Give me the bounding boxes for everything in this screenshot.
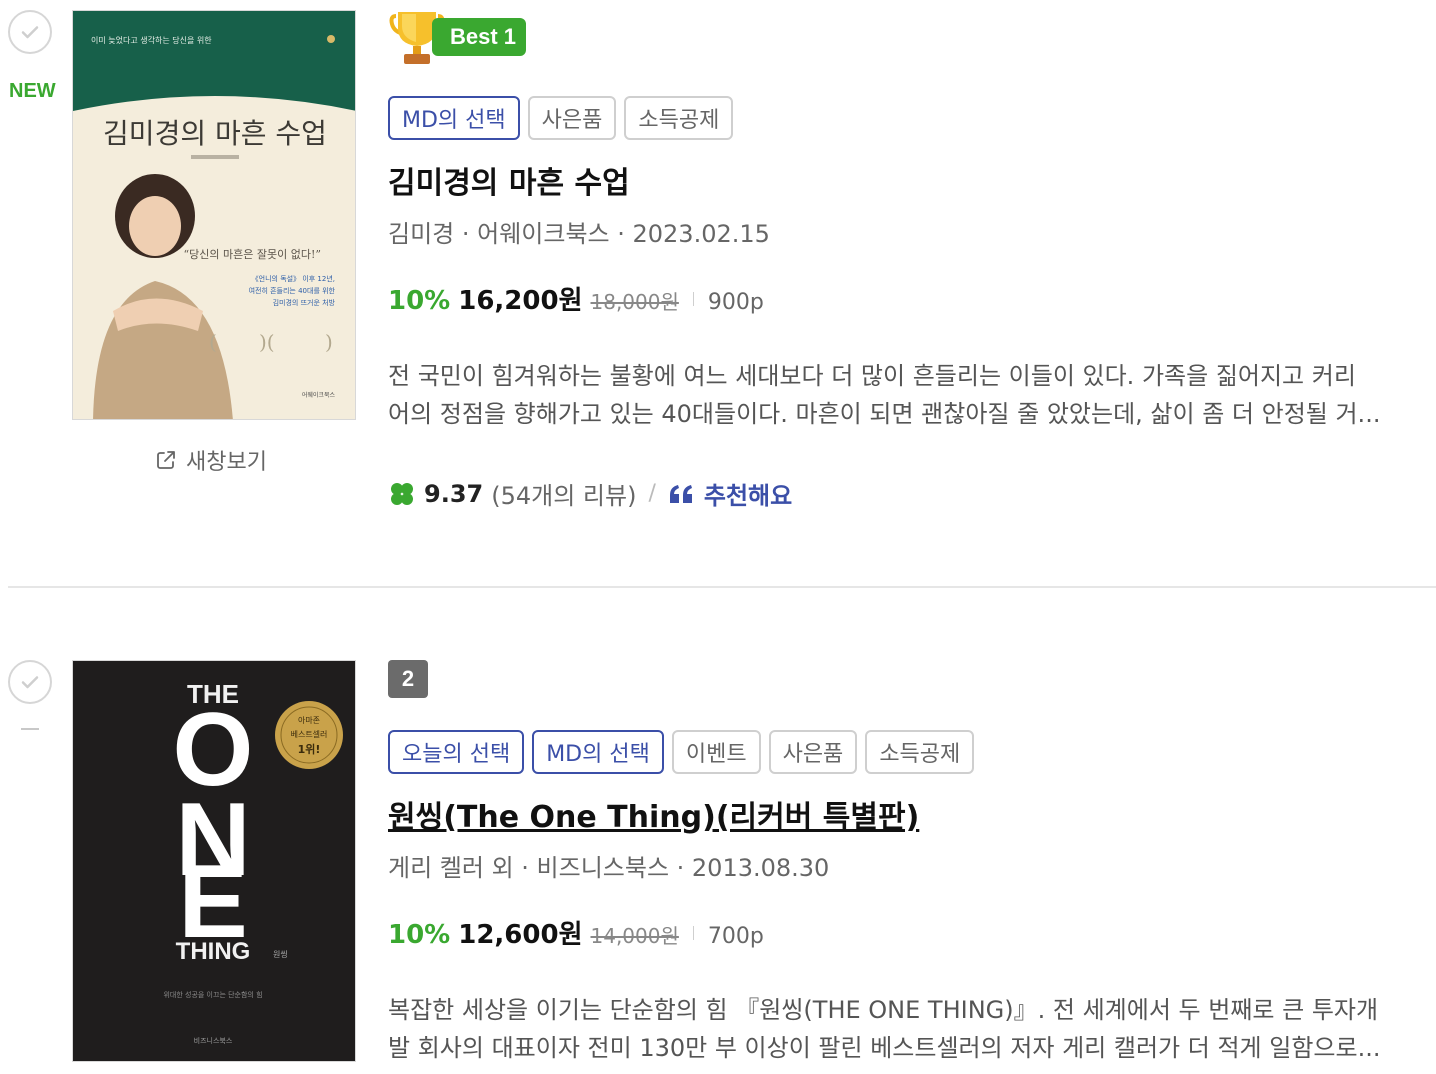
original-price: 14,000원: [590, 924, 679, 948]
discount-rate: 10%: [388, 286, 451, 316]
rating-separator: /: [648, 481, 656, 506]
tag-badges: 오늘의 선택 MD의 선택 이벤트 사은품 소득공제: [388, 730, 975, 774]
badge-md-choice[interactable]: MD의 선택: [532, 730, 664, 774]
new-tag: NEW: [9, 80, 56, 102]
book-cover[interactable]: THE O N E THING 원씽 아마존 베스트셀러 1위! 위대한 성공을…: [72, 660, 356, 1062]
rank-badge: Best 1: [388, 8, 527, 66]
cover-seal-line-1: 아마존: [298, 715, 320, 725]
price-row: 10% 16,200원 18,000원 900p: [388, 280, 764, 317]
book-description: 전 국민이 힘겨워하는 불황에 여느 세대보다 더 많이 흔들리는 이들이 있다…: [388, 357, 1408, 433]
svg-text:(: (: [209, 330, 217, 354]
badge-md-choice[interactable]: MD의 선택: [388, 96, 520, 140]
recommend-link[interactable]: 추천해요: [704, 476, 792, 511]
open-new-window-label: 새창보기: [186, 450, 267, 475]
badge-today-choice[interactable]: 오늘의 선택: [388, 730, 525, 774]
open-new-window-link[interactable]: 새창보기: [154, 444, 267, 476]
cover-thing: THING: [176, 938, 251, 965]
cover-line-3: 김미경의 뜨거운 처방: [273, 298, 336, 307]
badge-event[interactable]: 이벤트: [671, 730, 761, 774]
price-separator: [692, 291, 694, 306]
check-icon: [21, 676, 39, 689]
original-price: 18,000원: [590, 290, 679, 314]
badge-gift[interactable]: 사은품: [768, 730, 858, 774]
cover-edition: 원씽: [273, 949, 288, 959]
description-line: 어의 정점을 향해가고 있는 40대들이다. 마흔이 되면 괜찮아질 줄 았았는…: [388, 400, 1381, 428]
book-meta: 김미경 · 어웨이크북스 · 2023.02.15: [388, 220, 770, 248]
cover-bottom-text: 위대한 성공을 이끄는 단순함의 힘: [163, 990, 262, 999]
clover-icon: [391, 482, 413, 505]
quote-icon: [669, 484, 692, 503]
cover-quote: “당신의 마흔은 잘못이 없다!”: [184, 248, 321, 261]
svg-text:)(: )(: [259, 330, 275, 354]
cover-line-1: 《언니의 독설》 이후 12년,: [252, 274, 335, 283]
cover-top-text: 이미 늦었다고 생각하는 당신을 위한: [91, 35, 212, 45]
select-checkbox[interactable]: [8, 660, 52, 704]
cover-publisher: 비즈니스북스: [194, 1036, 233, 1045]
badge-gift[interactable]: 사은품: [527, 96, 617, 140]
discount-rate: 10%: [388, 920, 451, 950]
review-count[interactable]: (54개의 리뷰): [491, 476, 636, 511]
best-rank-label: Best 1: [432, 18, 527, 56]
tag-badges: MD의 선택 사은품 소득공제: [388, 96, 734, 140]
rating-score: 9.37: [424, 479, 484, 508]
book-description: 복잡한 세상을 이기는 단순함의 힘 『원씽(THE ONE THING)』. …: [388, 991, 1408, 1067]
cover-seal-line-3: 1위!: [298, 743, 321, 756]
select-checkbox[interactable]: [8, 10, 52, 54]
description-line: 복잡한 세상을 이기는 단순함의 힘 『원씽(THE ONE THING)』. …: [388, 996, 1379, 1024]
book-title[interactable]: 원씽(The One Thing)(리커버 특별판): [388, 792, 919, 836]
check-icon: [21, 26, 39, 39]
cover-line-2: 여전히 흔들리는 40대를 위한: [249, 286, 336, 295]
cover-seal-line-2: 베스트셀러: [291, 729, 328, 739]
cover-publisher: 어웨이크북스: [302, 391, 336, 399]
book-cover-art: 이미 늦었다고 생각하는 당신을 위한 김미경의 마흔 수업 “당신의 마흔은 …: [73, 11, 355, 419]
description-line: 발 회사의 대표이자 전미 130만 부 이상이 팔린 베스트셀러의 저자 게리…: [388, 1034, 1381, 1062]
cover-title: 김미경의 마흔 수업: [103, 117, 327, 150]
sale-price: 16,200원: [458, 286, 583, 316]
svg-text:): ): [325, 330, 333, 354]
book-cover-art: THE O N E THING 원씽 아마존 베스트셀러 1위! 위대한 성공을…: [73, 661, 355, 1061]
price-row: 10% 12,600원 14,000원 700p: [388, 914, 764, 951]
badge-tax-deduction[interactable]: 소득공제: [624, 96, 734, 140]
item-divider: [8, 586, 1436, 588]
page-count: 900p: [707, 290, 764, 315]
book-cover[interactable]: 이미 늦었다고 생각하는 당신을 위한 김미경의 마흔 수업 “당신의 마흔은 …: [72, 10, 356, 420]
description-line: 전 국민이 힘겨워하는 불황에 여느 세대보다 더 많이 흔들리는 이들이 있다…: [388, 362, 1356, 390]
rank-change-dash: [21, 728, 39, 730]
rank-number: 2: [388, 660, 428, 698]
rating-row: 9.37 (54개의 리뷰) / 추천해요: [388, 476, 792, 511]
price-separator: [692, 925, 694, 940]
book-title[interactable]: 김미경의 마흔 수업: [388, 158, 630, 202]
page-count: 700p: [707, 924, 764, 949]
badge-tax-deduction[interactable]: 소득공제: [865, 730, 975, 774]
sale-price: 12,600원: [458, 920, 583, 950]
external-link-icon: [157, 451, 175, 469]
book-meta: 게리 켈러 외 · 비즈니스북스 · 2013.08.30: [388, 854, 830, 882]
